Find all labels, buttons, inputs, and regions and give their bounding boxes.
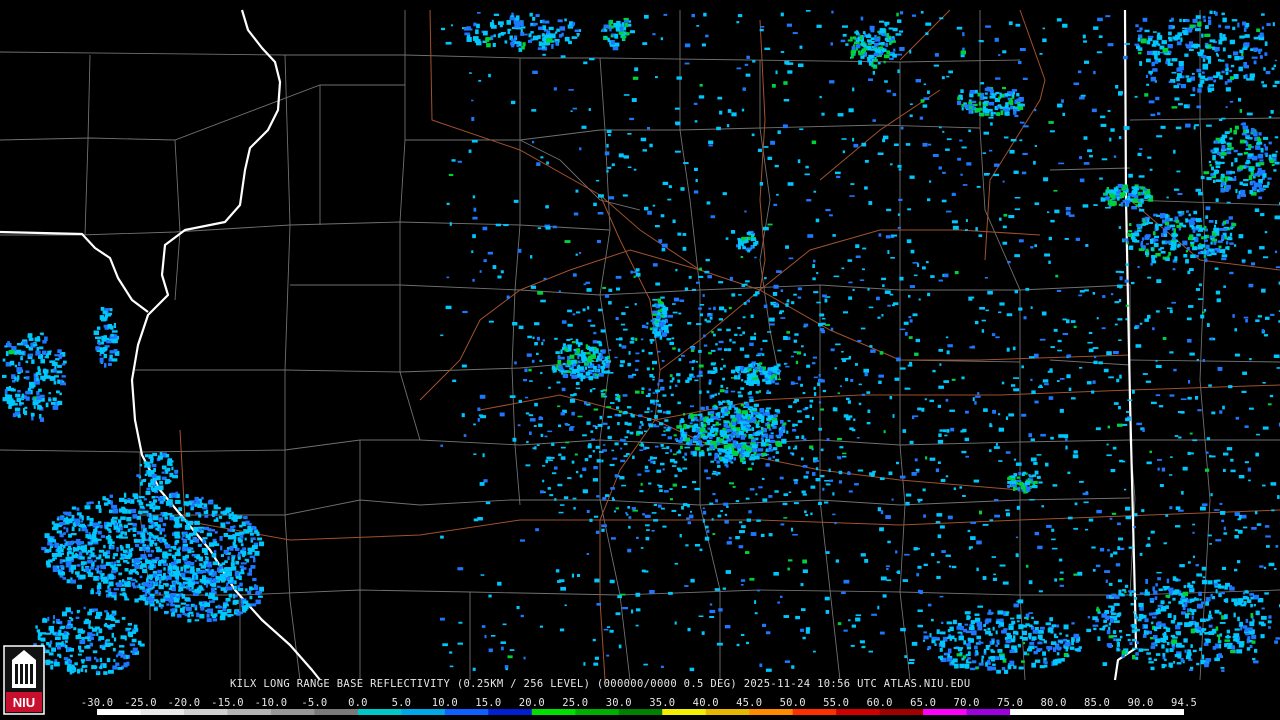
- colorbar-segment: [749, 709, 794, 715]
- colorbar-segment: [314, 709, 359, 715]
- colorbar-segment: [923, 709, 968, 715]
- colorbar-segment: [705, 709, 750, 715]
- colorbar-segment: [1010, 709, 1055, 715]
- colorbar-segment: [270, 709, 315, 715]
- colorbar-tick-label: 20.0: [518, 697, 545, 709]
- reflectivity-colorbar: [97, 709, 1184, 715]
- colorbar-tick-label: 10.0: [431, 697, 458, 709]
- colorbar-tick-label: 60.0: [866, 697, 893, 709]
- colorbar-tick-label: 55.0: [823, 697, 850, 709]
- colorbar-segment: [401, 709, 446, 715]
- colorbar-tick-label: 30.0: [605, 697, 632, 709]
- colorbar-tick-label: -20.0: [167, 697, 201, 709]
- colorbar-segment: [618, 709, 663, 715]
- colorbar-tick-label: 45.0: [736, 697, 763, 709]
- colorbar-segment: [488, 709, 533, 715]
- colorbar-tick-label: 40.0: [692, 697, 719, 709]
- colorbar-tick-label: 50.0: [779, 697, 806, 709]
- product-caption: KILX LONG RANGE BASE REFLECTIVITY (0.25K…: [230, 678, 971, 690]
- colorbar-segment: [97, 709, 141, 715]
- colorbar-tick-label: 25.0: [562, 697, 589, 709]
- colorbar-segment: [792, 709, 837, 715]
- colorbar-tick-labels: -30.0 -25.0 -20.0 -15.0 -10.0 -5.0 0.0 5.0 10.0 1…: [0, 697, 1280, 709]
- colorbar-tick-label: -25.0: [124, 697, 157, 709]
- colorbar-segment: [444, 709, 489, 715]
- colorbar-tick-label: 0.0: [348, 697, 368, 709]
- colorbar-tick-label: 85.0: [1083, 697, 1111, 709]
- colorbar-tick-label: -5.0: [301, 697, 328, 709]
- colorbar-segment: [227, 709, 272, 715]
- colorbar-tick-label: 15.0: [475, 697, 502, 709]
- colorbar-segment: [357, 709, 402, 715]
- colorbar-segment: [183, 709, 228, 715]
- colorbar-segment: [531, 709, 576, 715]
- radar-viewer: NIU KILX LONG RANGE BASE REFLECTIVITY (0…: [0, 0, 1280, 720]
- colorbar-tick-label: 65.0: [910, 697, 937, 709]
- colorbar-segment: [879, 709, 924, 715]
- colorbar-tick-label: 90.0: [1127, 697, 1154, 709]
- colorbar-segment: [1140, 709, 1184, 715]
- colorbar-tick-label: -15.0: [211, 697, 244, 709]
- colorbar-tick-label: 70.0: [953, 697, 980, 709]
- colorbar-tick-label: 75.0: [997, 697, 1024, 709]
- colorbar-segment: [836, 709, 881, 715]
- radar-echoes: [2, 10, 1280, 676]
- colorbar-segment: [966, 709, 1011, 715]
- colorbar-tick-label: 5.0: [391, 697, 412, 709]
- colorbar-segment: [1053, 709, 1098, 715]
- colorbar-tick-label: 94.5: [1170, 697, 1198, 709]
- radar-map[interactable]: [0, 0, 1280, 720]
- colorbar-tick-label: -10.0: [254, 697, 288, 709]
- colorbar-tick-label: 35.0: [649, 697, 676, 709]
- colorbar-tick-label: 80.0: [1040, 697, 1067, 709]
- colorbar-segment: [662, 709, 707, 715]
- colorbar-segment: [1097, 709, 1142, 715]
- colorbar-tick-label: -30.0: [80, 697, 114, 709]
- colorbar-segment: [140, 709, 185, 715]
- colorbar-segment: [575, 709, 620, 715]
